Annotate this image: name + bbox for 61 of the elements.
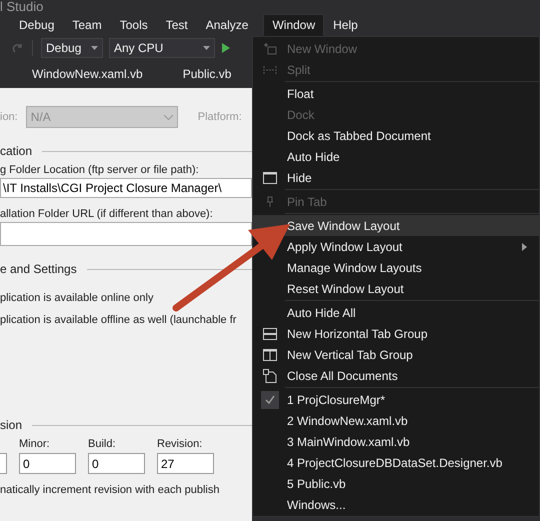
- platform-dropdown[interactable]: Any CPU: [109, 38, 215, 58]
- menu-item[interactable]: Auto Hide All: [253, 302, 539, 323]
- menu-item[interactable]: Windows...: [253, 494, 539, 515]
- menu-item[interactable]: Close All Documents: [253, 365, 539, 386]
- menu-bar-item[interactable]: Tools: [110, 14, 157, 36]
- menu-item[interactable]: Apply Window Layout: [253, 236, 539, 257]
- menu-item[interactable]: Float: [253, 83, 539, 104]
- field-label: Minor:: [19, 438, 51, 450]
- field-label: Revision:: [157, 438, 204, 450]
- split-icon: [263, 66, 277, 74]
- menu-bar-item[interactable]: Team: [63, 14, 111, 36]
- field-label: Build:: [88, 438, 117, 450]
- menu-item[interactable]: Hide: [253, 167, 539, 188]
- input-field[interactable]: [0, 222, 252, 246]
- window-icon: [263, 172, 277, 184]
- pin-icon: [266, 196, 274, 208]
- window-title: l Studio: [0, 0, 44, 14]
- section-heading: cation: [0, 144, 32, 158]
- menu-bar-item[interactable]: Window: [263, 14, 324, 36]
- input-field[interactable]: 0: [19, 453, 76, 474]
- input-field[interactable]: \IT Installs\CGI Project Closure Manager\: [0, 178, 252, 198]
- menu-item[interactable]: New Vertical Tab Group: [253, 344, 539, 365]
- menu-item[interactable]: 1 ProjClosureMgr*: [253, 389, 539, 410]
- checkbox-label: natically increment revision with each publish: [0, 484, 220, 496]
- caret-icon: [203, 46, 210, 50]
- new-window-icon: [263, 42, 277, 54]
- menu-bar-item[interactable]: Analyze: [196, 14, 258, 36]
- section-heading: e and Settings: [0, 262, 77, 276]
- option-label: plication is available offline as well (launchable fr: [0, 314, 238, 326]
- input-field[interactable]: [0, 453, 7, 474]
- option-label: plication is available online only: [0, 292, 154, 304]
- menu-item[interactable]: Save Window Layout: [253, 215, 539, 236]
- configuration-dropdown[interactable]: Debug: [41, 38, 103, 58]
- start-icon[interactable]: [221, 42, 231, 54]
- menu-item[interactable]: 2 WindowNew.xaml.vb: [253, 410, 539, 431]
- menu-bar-item[interactable]: Test: [156, 14, 197, 36]
- menu-item[interactable]: 4 ProjectClosureDBDataSet.Designer.vb: [253, 452, 539, 473]
- caret-icon: [164, 114, 173, 120]
- vertical-split-icon: [263, 348, 277, 360]
- document-tab[interactable]: WindowNew.xaml.vb: [32, 67, 143, 81]
- menu-item[interactable]: Auto Hide: [253, 146, 539, 167]
- section-heading: sion: [0, 418, 22, 432]
- input-field[interactable]: 0: [88, 453, 145, 474]
- documents-icon: [263, 368, 277, 382]
- menu-bar-item[interactable]: Help: [324, 14, 367, 36]
- menu-item[interactable]: 5 Public.vb: [253, 473, 539, 494]
- field-label: g Folder Location (ftp server or file path):: [0, 164, 200, 176]
- caret-icon: [91, 46, 98, 50]
- menu-item[interactable]: New Horizontal Tab Group: [253, 323, 539, 344]
- menu-item[interactable]: Manage Window Layouts: [253, 257, 539, 278]
- menu-item[interactable]: 3 MainWindow.xaml.vb: [253, 431, 539, 452]
- horizontal-split-icon: [263, 328, 277, 340]
- menu-item[interactable]: Dock as Tabbed Document: [253, 125, 539, 146]
- input-field[interactable]: 27: [157, 453, 214, 474]
- document-tab[interactable]: Public.vb: [182, 67, 232, 81]
- menu-bar-item[interactable]: Debug: [10, 14, 64, 36]
- field-label: allation Folder URL (if different than above):: [0, 208, 214, 220]
- redo-icon[interactable]: [12, 42, 24, 54]
- menu-item[interactable]: Reset Window Layout: [253, 278, 539, 299]
- configuration-label: ion:: [0, 111, 18, 123]
- platform-label: Platform:: [198, 111, 242, 123]
